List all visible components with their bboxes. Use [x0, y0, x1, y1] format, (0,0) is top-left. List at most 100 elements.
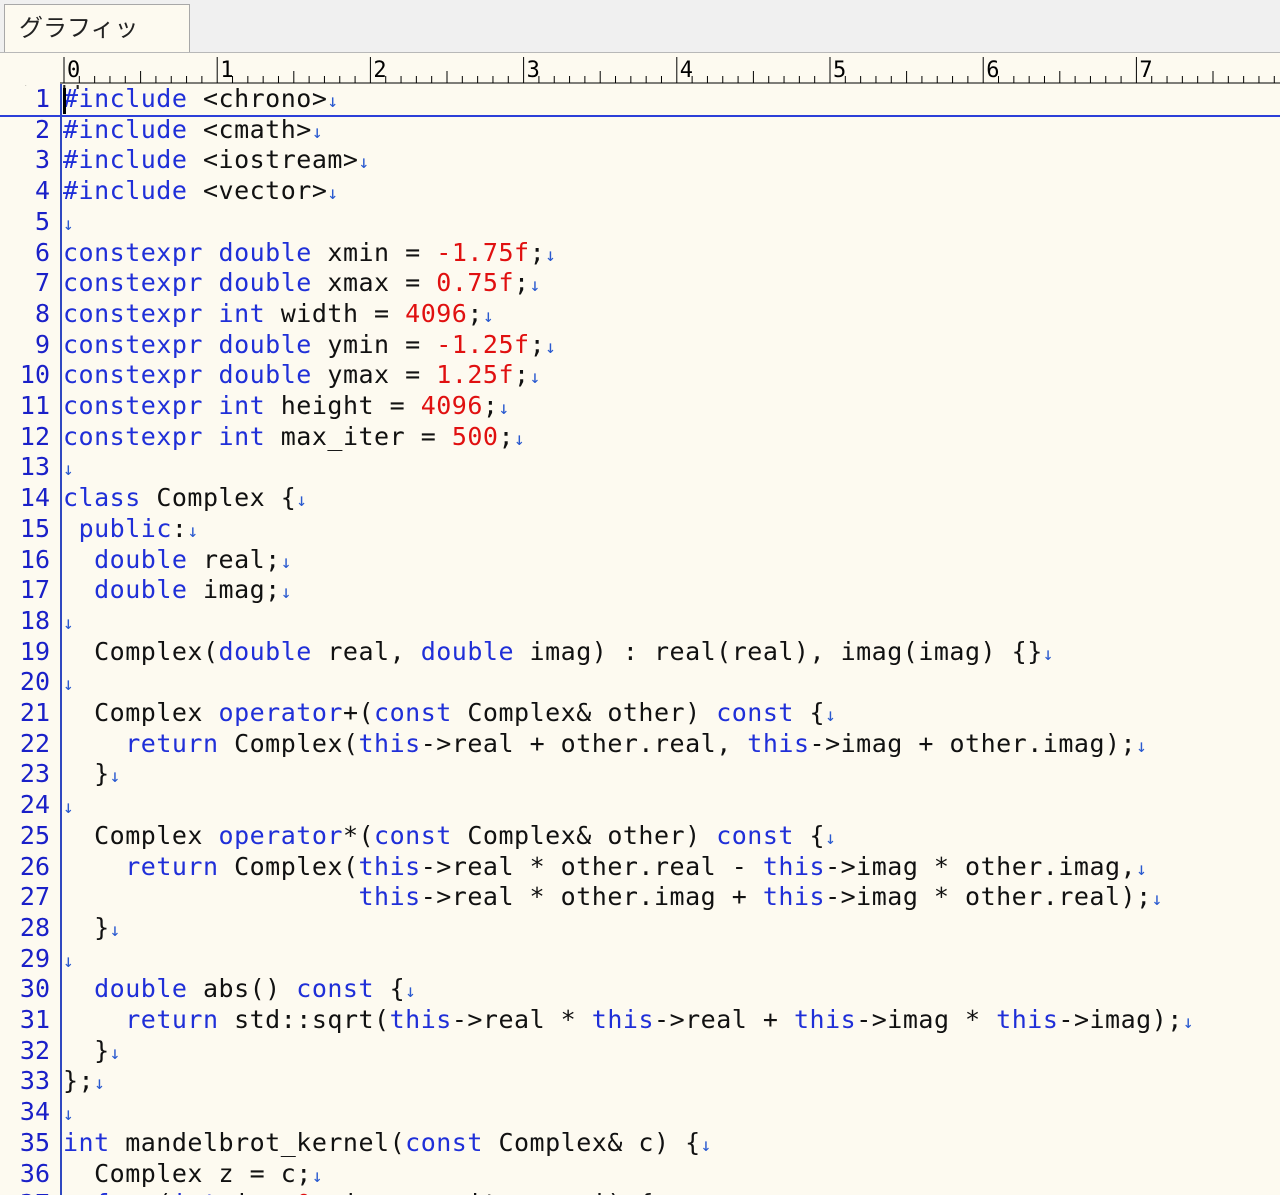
- column-ruler-row: 0 1 2 3 4 5 6 7: [0, 53, 1280, 85]
- line-break-marker: ↓: [327, 91, 339, 112]
- code-line: 15 public:↓: [0, 514, 1280, 545]
- code-text: return Complex(this->real + other.real, …: [63, 729, 1147, 762]
- code-text: double abs() const {↓: [63, 974, 417, 1007]
- code-text: constexpr double xmax = 0.75f;↓: [63, 268, 541, 301]
- keyword-token: const: [716, 820, 794, 850]
- number-token: 4096: [420, 391, 483, 420]
- code-token: (: [141, 1189, 172, 1195]
- code-token: <vector>: [187, 176, 328, 206]
- line-break-marker: ↓: [498, 398, 510, 419]
- code-text: #include <iostream>↓: [63, 145, 370, 178]
- code-line: 26 return Complex(this->real * other.rea…: [0, 852, 1280, 883]
- code-line: 14 class Complex {↓: [0, 483, 1280, 514]
- keyword-token: constexpr: [63, 268, 203, 298]
- keyword-token: constexpr: [63, 298, 203, 328]
- line-break-marker: ↓: [1136, 735, 1148, 757]
- line-break-marker: ↓: [1136, 858, 1148, 880]
- ruler-label: 1: [220, 58, 233, 83]
- keyword-token: #include: [63, 176, 188, 206]
- code-line: 16 double real;↓: [0, 545, 1280, 576]
- code-token: ->imag *: [856, 1005, 997, 1034]
- line-number: 13: [19, 452, 50, 482]
- code-token: xmax =: [311, 268, 437, 298]
- code-line: 29 ↓: [0, 944, 1280, 975]
- code-token: mandelbrot_kernel(: [109, 1127, 406, 1157]
- line-number: 6: [34, 237, 50, 267]
- code-text: ↓: [63, 452, 74, 485]
- code-text: constexpr int width = 4096;↓: [63, 299, 494, 332]
- code-line: 32 }↓: [0, 1036, 1280, 1067]
- number-token: 0.75f: [436, 268, 515, 298]
- line-number: 21: [19, 698, 50, 727]
- line-number: 27: [19, 882, 50, 912]
- code-line: 20 ↓: [0, 667, 1280, 698]
- keyword-token: const: [374, 820, 452, 850]
- code-text: Complex z = c;↓: [63, 1159, 323, 1192]
- line-break-marker: ↓: [63, 797, 75, 819]
- code-text: }↓: [63, 759, 121, 792]
- code-line: 12 constexpr int max_iter = 500;↓: [0, 422, 1280, 453]
- keyword-token: double: [94, 544, 188, 574]
- code-token: ymax =: [311, 360, 437, 390]
- keyword-token: constexpr: [63, 391, 203, 420]
- code-line: 35 int mandelbrot_kernel(const Complex& c…: [0, 1128, 1280, 1159]
- code-token: ;: [529, 237, 546, 267]
- keyword-token: this: [747, 728, 810, 758]
- column-ruler[interactable]: 0 1 2 3 4 5 6 7: [60, 53, 1280, 85]
- keyword-token: int: [218, 298, 266, 328]
- code-token: Complex: [63, 820, 219, 850]
- line-number: 19: [19, 636, 50, 666]
- line-break-marker: ↓: [63, 1104, 75, 1126]
- keyword-token: const: [296, 974, 375, 1004]
- code-text: constexpr int max_iter = 500;↓: [63, 422, 525, 455]
- code-token: imag;: [187, 575, 281, 605]
- code-token: ->real +: [654, 1005, 794, 1034]
- line-break-marker: ↓: [94, 1073, 106, 1095]
- code-line: 13 ↓: [0, 452, 1280, 483]
- line-number: 9: [34, 329, 50, 359]
- line-break-marker: ↓: [1151, 889, 1163, 911]
- code-token: ;: [514, 360, 530, 390]
- line-number: 17: [19, 575, 50, 605]
- line-number: 7: [34, 268, 50, 298]
- code-text: Complex operator+(const Complex& other) …: [63, 698, 836, 731]
- code-token: ->imag);: [1058, 1005, 1183, 1034]
- file-tab[interactable]: グラフィック.cpp: [4, 4, 190, 90]
- line-number: 15: [19, 513, 50, 543]
- code-line: 4 #include <vector>↓: [0, 176, 1280, 207]
- line-break-marker: ↓: [825, 705, 837, 726]
- code-token: ->real *: [451, 1005, 592, 1034]
- line-break-marker: ↓: [1182, 1012, 1195, 1033]
- code-token: imag) : real(real), imag(imag) {}: [514, 636, 1043, 666]
- code-token: ->imag * other.real);: [825, 882, 1152, 912]
- code-text: class Complex {↓: [63, 483, 308, 516]
- code-token: Complex& other): [451, 820, 717, 850]
- code-line: 23 }↓: [0, 759, 1280, 790]
- code-line: 22 return Complex(this->real + other.rea…: [0, 729, 1280, 760]
- code-line: 33};↓: [0, 1066, 1280, 1097]
- code-line: 25 Complex operator*(const Complex& othe…: [0, 821, 1280, 852]
- keyword-token: #include: [63, 114, 188, 144]
- code-line: 28 }↓: [0, 913, 1280, 944]
- code-token: ;: [467, 298, 483, 328]
- line-break-marker: ↓: [1042, 643, 1055, 665]
- code-token: *(: [342, 820, 375, 850]
- code-token: }: [63, 1035, 110, 1065]
- tab-bar: グラフィック.cpp: [0, 0, 1280, 90]
- code-token: Complex& c) {: [482, 1127, 701, 1157]
- code-line: 3 #include <iostream>↓: [0, 145, 1280, 176]
- code-line: 11 constexpr int height = 4096;↓: [0, 391, 1280, 422]
- keyword-token: this: [358, 882, 421, 912]
- code-editor[interactable]: 1 #include <chrono>↓ 2 #include <cmath>↓ 3 #i…: [0, 84, 1280, 1195]
- line-number: 37: [0, 1189, 50, 1195]
- code-token: ;: [498, 421, 515, 451]
- line-number: 20: [19, 667, 50, 697]
